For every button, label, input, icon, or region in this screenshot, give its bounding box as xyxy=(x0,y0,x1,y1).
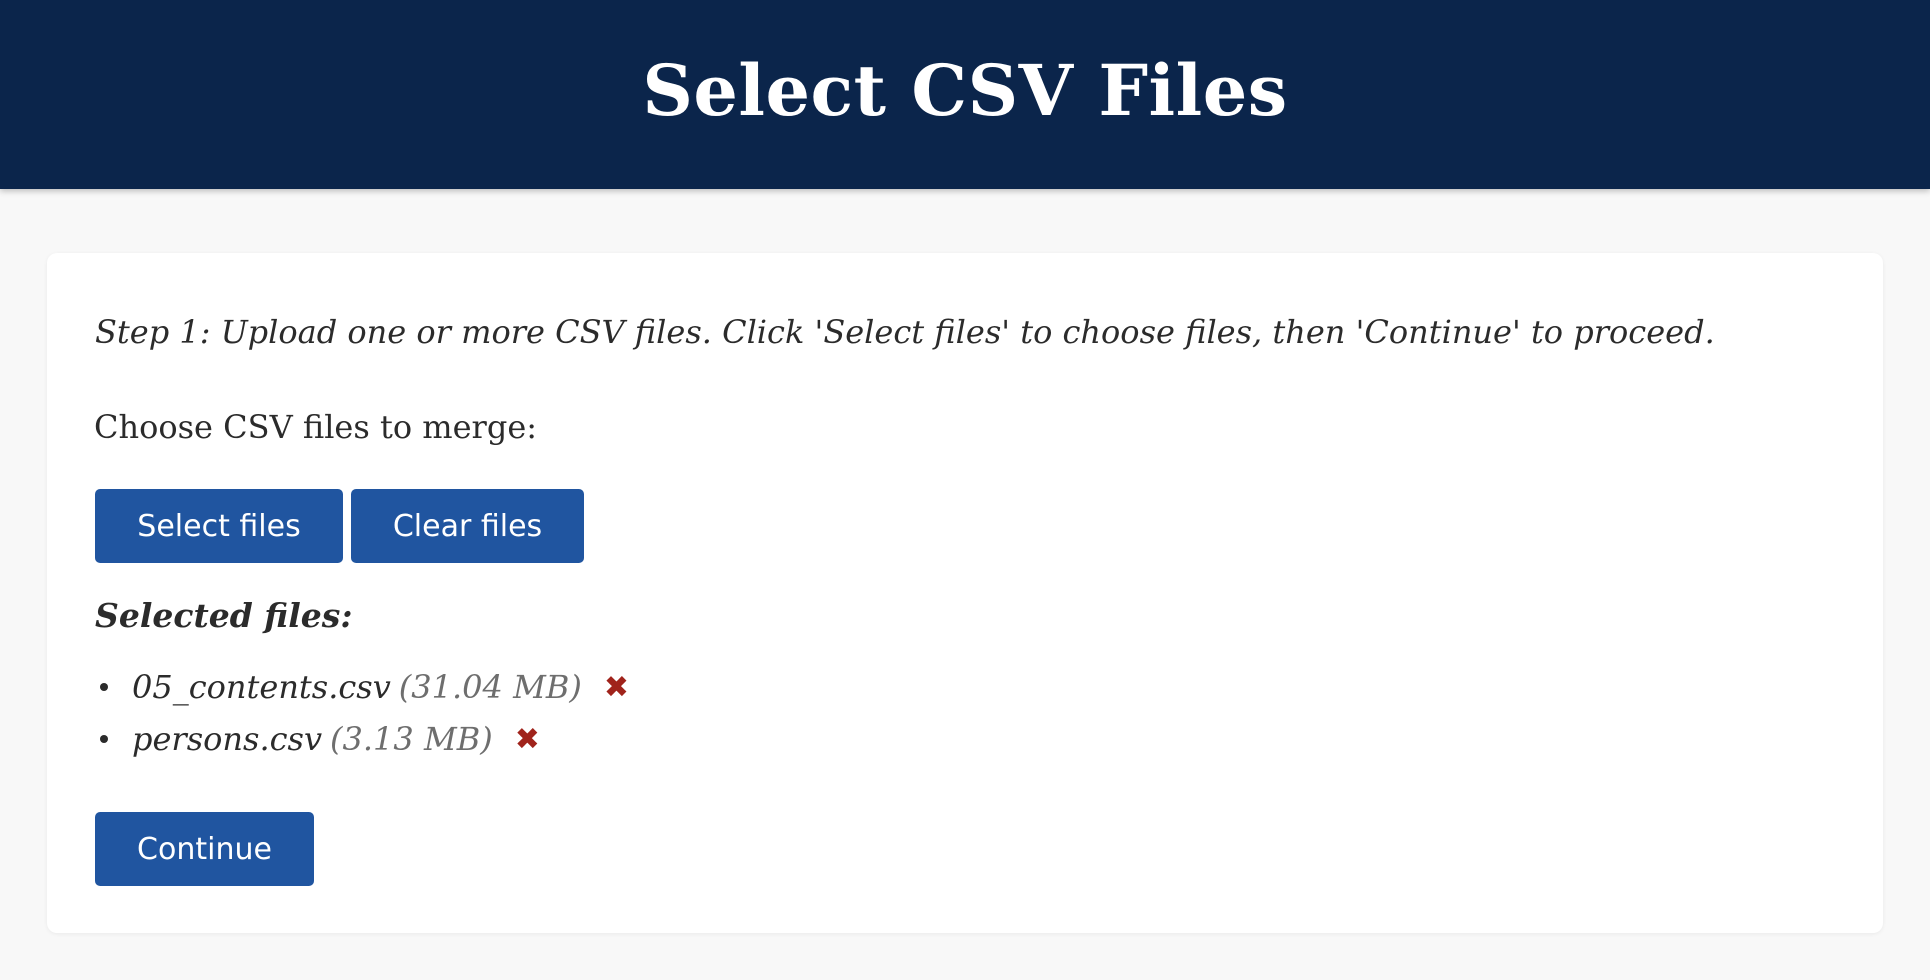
list-item: persons.csv (3.13 MB) ✖ xyxy=(95,713,629,765)
bullet-icon xyxy=(100,683,108,691)
list-item: 05_contents.csv (31.04 MB) ✖ xyxy=(95,661,629,713)
page-title: Select CSV Files xyxy=(642,49,1288,132)
clear-files-button[interactable]: Clear files xyxy=(351,489,584,563)
select-files-button[interactable]: Select files xyxy=(95,489,343,563)
choose-files-label: Choose CSV files to merge: xyxy=(94,408,538,446)
file-name: persons.csv xyxy=(132,720,323,758)
selected-files-heading: Selected files: xyxy=(95,596,353,635)
file-size: (3.13 MB) xyxy=(330,720,493,758)
upload-card: Step 1: Upload one or more CSV files. Cl… xyxy=(47,253,1883,933)
remove-file-icon[interactable]: ✖ xyxy=(604,670,629,705)
bullet-icon xyxy=(100,735,108,743)
continue-button[interactable]: Continue xyxy=(95,812,314,886)
remove-file-icon[interactable]: ✖ xyxy=(515,722,540,757)
file-name: 05_contents.csv xyxy=(132,668,391,706)
step-instructions: Step 1: Upload one or more CSV files. Cl… xyxy=(95,313,1715,351)
file-size: (31.04 MB) xyxy=(398,668,582,706)
selected-files-list: 05_contents.csv (31.04 MB) ✖ persons.csv… xyxy=(95,661,629,765)
page-header: Select CSV Files xyxy=(0,0,1930,189)
